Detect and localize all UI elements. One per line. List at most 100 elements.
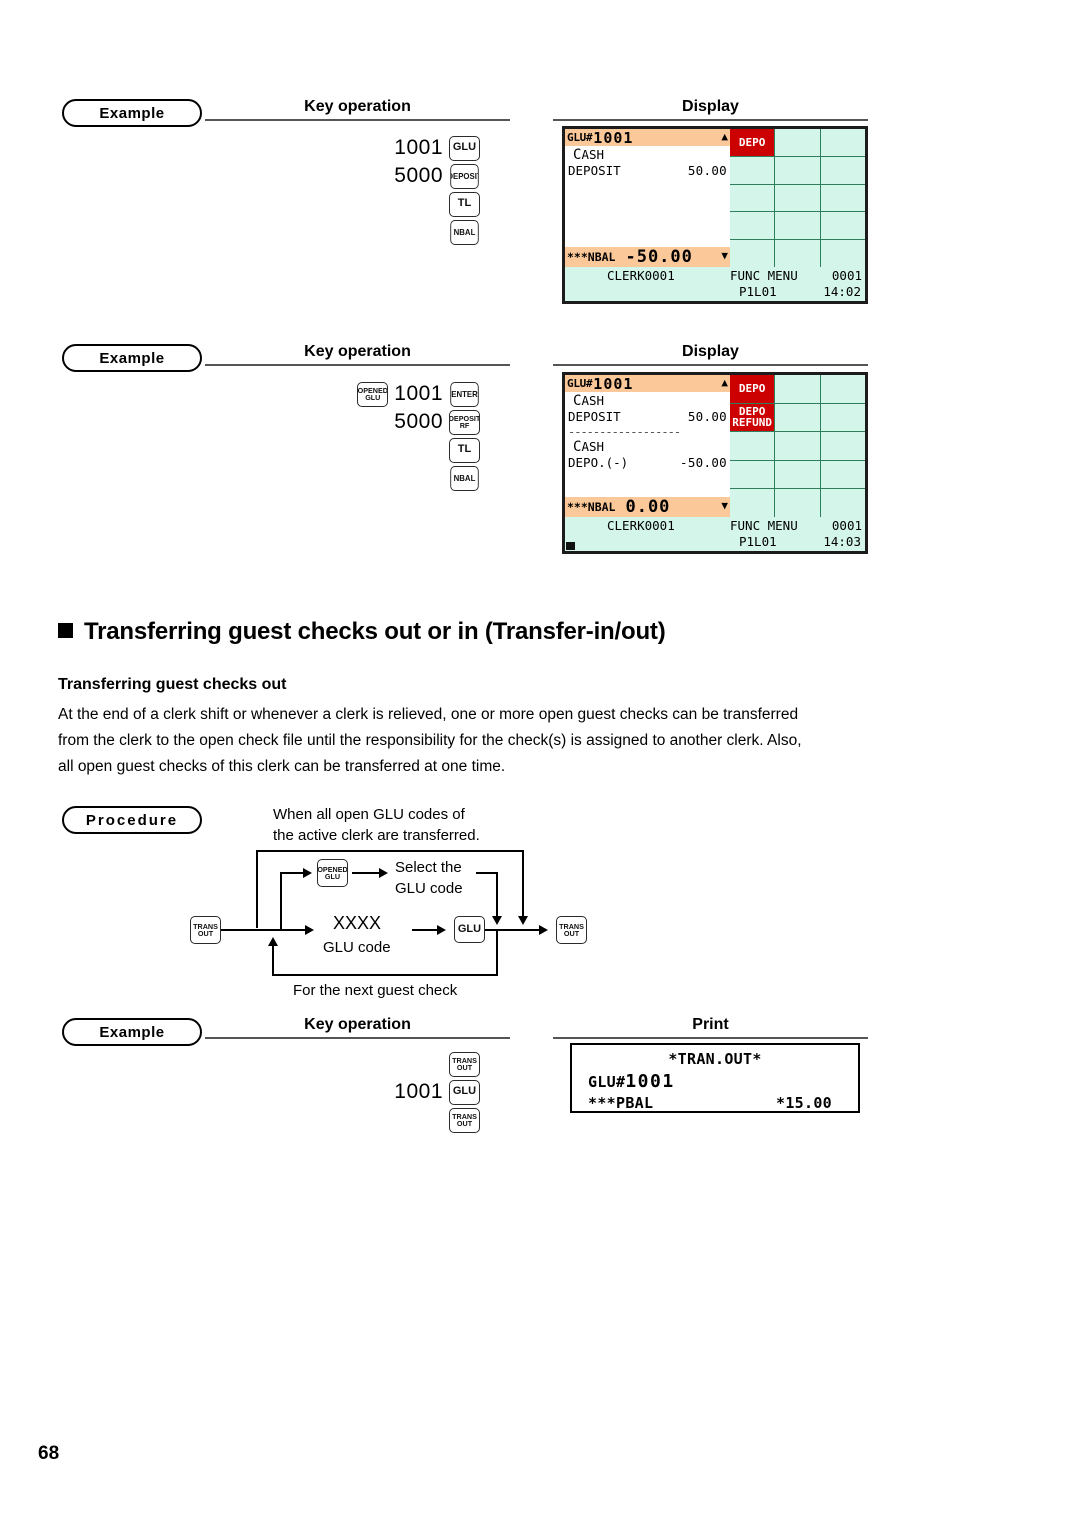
lcd-func-key[interactable] bbox=[730, 240, 775, 267]
lcd-func-key[interactable] bbox=[820, 489, 865, 517]
lcd-func-key[interactable] bbox=[820, 375, 865, 403]
example-badge-3: Example bbox=[62, 1018, 202, 1046]
lcd-func-key[interactable] bbox=[820, 156, 865, 184]
lcd-func-key[interactable] bbox=[775, 403, 820, 432]
lcd-glu-code: 1001 bbox=[593, 374, 634, 393]
lcd-func-key[interactable] bbox=[820, 184, 865, 212]
lcd-func-key-depo[interactable]: DEPO bbox=[730, 129, 775, 156]
lcd-func-key[interactable] bbox=[730, 432, 775, 460]
lcd-line: CASH bbox=[573, 439, 605, 455]
key-trans-out[interactable]: TRANS OUT bbox=[449, 1107, 480, 1133]
paragraph-line: from the clerk to the open check file un… bbox=[58, 732, 802, 749]
flow-line bbox=[256, 850, 524, 852]
lcd-line-items: CASH DEPOSIT 50.00 bbox=[565, 146, 730, 247]
lcd-time: 14:03 bbox=[823, 534, 861, 549]
lcd-func-key[interactable] bbox=[820, 129, 865, 156]
example-badge-1: Example bbox=[62, 99, 202, 127]
lcd-status-row: CLERK0001 FUNC MENU 0001 bbox=[565, 517, 865, 534]
lcd-func-key[interactable] bbox=[820, 212, 865, 240]
key-sequence-3: TRANS OUT 1001 GLU TRANS OUT bbox=[330, 1050, 480, 1134]
lcd-func-key[interactable] bbox=[820, 403, 865, 432]
scroll-down-icon[interactable]: ▼ bbox=[721, 499, 728, 512]
key-opened-glu[interactable]: OPENED GLU bbox=[357, 381, 389, 407]
key-number: 1001 bbox=[394, 1080, 443, 1103]
lcd-func-key[interactable] bbox=[730, 460, 775, 489]
lcd-glu-prefix: GLU# bbox=[567, 131, 593, 144]
flow-key-opened-glu[interactable]: OPENED GLU bbox=[317, 859, 348, 887]
lcd-func-key[interactable] bbox=[775, 460, 820, 489]
key-glu[interactable]: GLU bbox=[449, 135, 480, 161]
lcd-func-key[interactable] bbox=[775, 375, 820, 403]
flow-line bbox=[221, 929, 281, 931]
flow-arrowhead bbox=[305, 925, 314, 935]
receipt-pbal-value: *15.00 bbox=[776, 1094, 832, 1112]
lcd-separator: ------------------ bbox=[568, 425, 681, 439]
key-nbal[interactable]: NBAL bbox=[450, 465, 479, 491]
lcd-func-key[interactable] bbox=[730, 489, 775, 517]
lcd-line: DEPOSIT 50.00 bbox=[568, 409, 727, 424]
scroll-up-icon[interactable]: ▲ bbox=[721, 376, 728, 389]
key-nbal[interactable]: NBAL bbox=[450, 219, 479, 245]
lcd-status-bar: CLERK0001 FUNC MENU 0001 P1L01 14:03 bbox=[565, 517, 865, 551]
lcd-title-bar: GLU# 1001 ▲ bbox=[565, 129, 730, 147]
header-rule bbox=[553, 119, 868, 121]
key-glu[interactable]: GLU bbox=[449, 1079, 480, 1105]
lcd-func-key[interactable] bbox=[775, 156, 820, 184]
lcd-func-key[interactable] bbox=[820, 460, 865, 489]
scroll-up-icon[interactable]: ▲ bbox=[721, 130, 728, 143]
key-tl[interactable]: TL bbox=[449, 437, 480, 463]
flow-arrowhead bbox=[437, 925, 446, 935]
lcd-receipt-area: GLU# 1001 ▲ CASH DEPOSIT 50.00 ---------… bbox=[565, 375, 730, 517]
page-number: 68 bbox=[38, 1443, 60, 1464]
lcd-line: DEPOSIT 50.00 bbox=[568, 163, 727, 178]
flow-key-trans-out-start[interactable]: TRANS OUT bbox=[190, 916, 221, 944]
flow-line bbox=[496, 872, 498, 918]
key-deposit-rf[interactable]: DEPOSIT RF bbox=[449, 409, 480, 435]
lcd-status-row: CLERK0001 FUNC MENU 0001 bbox=[565, 267, 865, 284]
lcd-main: GLU# 1001 ▲ CASH DEPOSIT 50.00 ---------… bbox=[565, 375, 865, 517]
lcd-func-key[interactable] bbox=[775, 240, 820, 267]
lcd-line: CASH bbox=[573, 393, 605, 409]
lcd-func-key[interactable] bbox=[775, 432, 820, 460]
receipt-glu: GLU#1001 bbox=[572, 1071, 858, 1092]
key-enter[interactable]: ENTER bbox=[450, 381, 479, 407]
lcd-func-key[interactable] bbox=[730, 156, 775, 184]
lcd-func-key[interactable] bbox=[775, 184, 820, 212]
section-heading: Transferring guest checks out or in (Tra… bbox=[58, 618, 666, 646]
lcd-func-key-depo-refund[interactable]: DEPO REFUND bbox=[730, 403, 775, 432]
key-sequence-1: 1001 GLU 5000 DEPOSIT TL NBAL bbox=[330, 134, 480, 246]
lcd-func-key[interactable] bbox=[775, 212, 820, 240]
flow-key-trans-out-end[interactable]: TRANS OUT bbox=[556, 916, 587, 944]
flow-line bbox=[352, 872, 382, 874]
lcd-function-key-grid: DEPO DEPO REFUND bbox=[730, 375, 865, 517]
flow-line bbox=[280, 929, 308, 931]
flow-key-glu[interactable]: GLU bbox=[454, 916, 485, 943]
example-badge-label: Example bbox=[99, 1023, 165, 1041]
lcd-func-key[interactable] bbox=[820, 240, 865, 267]
scroll-down-icon[interactable]: ▼ bbox=[721, 249, 728, 262]
lcd-line-items: CASH DEPOSIT 50.00 ------------------ CA… bbox=[565, 392, 730, 497]
lcd-time: 14:02 bbox=[823, 284, 861, 299]
example-badge-2: Example bbox=[62, 344, 202, 372]
flow-arrowhead bbox=[379, 868, 388, 878]
lcd-func-key[interactable] bbox=[730, 184, 775, 212]
lcd-nbal-bar: ***NBAL 0.00 ▼ bbox=[565, 497, 730, 517]
key-operation-header-2: Key operation bbox=[205, 342, 510, 366]
display-label: Display bbox=[682, 98, 739, 115]
lcd-register-number: 0001 bbox=[831, 268, 862, 283]
key-deposit[interactable]: DEPOSIT bbox=[450, 163, 479, 189]
key-tl[interactable]: TL bbox=[449, 191, 480, 217]
key-trans-out[interactable]: TRANS OUT bbox=[449, 1051, 480, 1077]
lcd-func-key[interactable] bbox=[775, 489, 820, 517]
flow-line bbox=[272, 974, 498, 976]
lcd-function-key-grid: DEPO bbox=[730, 129, 865, 267]
lcd-func-key[interactable] bbox=[730, 212, 775, 240]
lcd-clerk: CLERK0001 bbox=[607, 518, 675, 533]
flow-top-note-line1: When all open GLU codes of bbox=[273, 806, 465, 823]
bullet-square-icon bbox=[58, 623, 73, 638]
lcd-func-key-depo[interactable]: DEPO bbox=[730, 375, 775, 403]
flow-select-line2: GLU code bbox=[395, 880, 463, 897]
lcd-func-key[interactable] bbox=[775, 129, 820, 156]
flow-line bbox=[496, 930, 498, 976]
lcd-func-key[interactable] bbox=[820, 432, 865, 460]
